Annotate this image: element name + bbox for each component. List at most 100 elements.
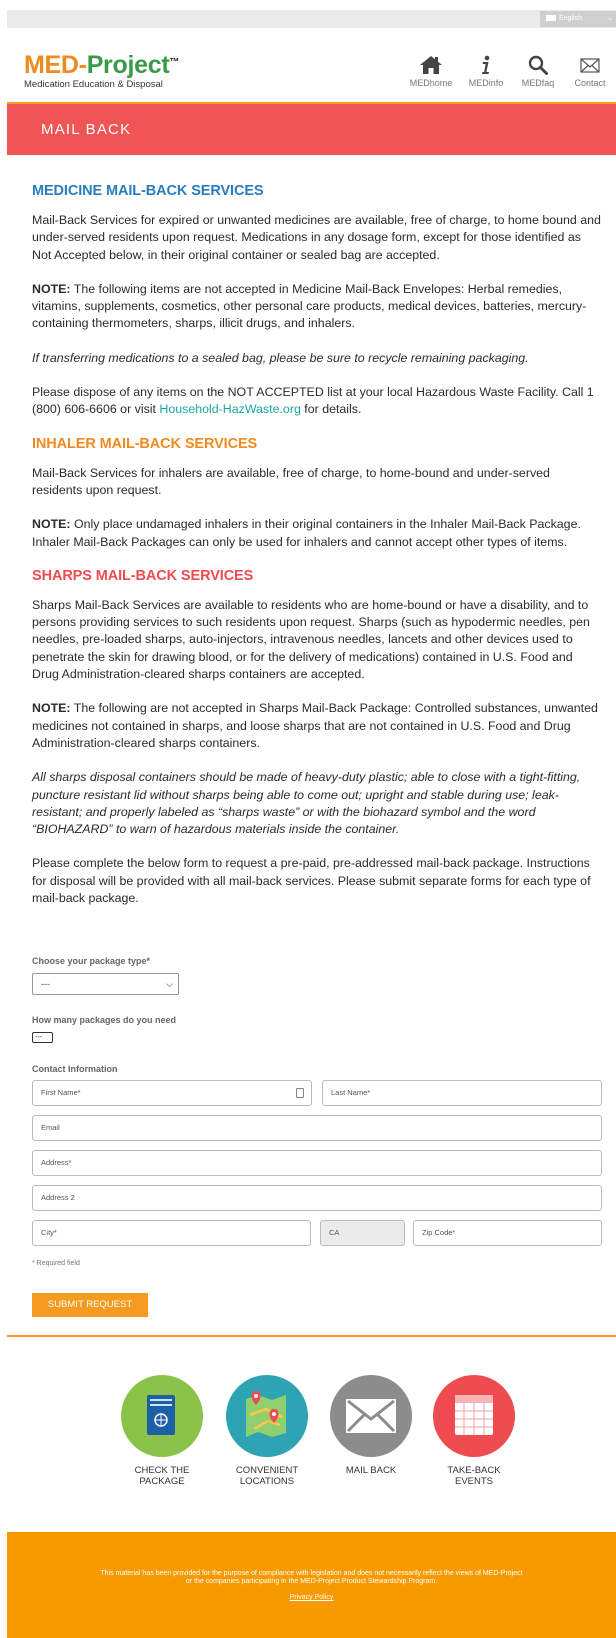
zip-code-placeholder: Zip Code*: [422, 1228, 456, 1237]
feature-label-line1: TAKE-BACK: [447, 1465, 501, 1476]
site-footer: This material has been provided for the …: [7, 1532, 616, 1638]
nav-label: MEDfaq: [521, 78, 555, 88]
address-placeholder: Address*: [41, 1158, 72, 1167]
feature-label-line1: MAIL BACK: [345, 1465, 397, 1476]
feature-mail-back[interactable]: MAIL BACK: [321, 1375, 421, 1476]
site-logo[interactable]: MED-Project™ Medication Education & Disp…: [24, 52, 179, 90]
nav-label: MEDhome: [409, 78, 453, 88]
chevron-down-icon: ⌄: [607, 15, 613, 22]
main-content: MEDICINE MAIL-BACK SERVICES Mail-Back Se…: [32, 183, 602, 924]
flag-icon: [546, 15, 556, 22]
top-utility-bar: English ⌄: [7, 10, 616, 28]
note-label: NOTE:: [32, 701, 71, 716]
envelope-icon: [580, 58, 600, 73]
nav-label: MEDinfo: [468, 78, 504, 88]
note-paragraph: NOTE: The following are not accepted in …: [32, 700, 602, 752]
form-intro: Please complete the below form to reques…: [32, 856, 591, 906]
paragraph: Mail-Back Services for expired or unwant…: [32, 213, 601, 262]
search-icon: [528, 55, 548, 75]
site-header: MED-Project™ Medication Education & Disp…: [7, 28, 616, 102]
nav-label: Contact: [574, 78, 606, 88]
heading-sharps-mailback: SHARPS MAIL-BACK SERVICES: [32, 567, 254, 584]
package-icon: [121, 1375, 203, 1457]
home-icon: [420, 56, 442, 74]
feature-label-line1: CONVENIENT: [235, 1465, 299, 1476]
last-name-field[interactable]: Last Name*: [322, 1080, 602, 1106]
last-name-placeholder: Last Name*: [331, 1088, 371, 1097]
logo-subtitle: Medication Education & Disposal: [24, 79, 163, 90]
package-type-value: ---: [41, 979, 50, 989]
calendar-icon: [433, 1375, 515, 1457]
feature-label: MAIL BACK: [321, 1465, 421, 1476]
hazwaste-link[interactable]: Household-HazWaste.org: [159, 402, 300, 416]
note-label: NOTE:: [32, 517, 71, 532]
nav-medfaq[interactable]: MEDfaq: [512, 55, 564, 88]
italic-text: If transferring medications to a sealed …: [32, 350, 529, 365]
nav-contact[interactable]: Contact: [564, 55, 616, 88]
address2-placeholder: Address 2: [41, 1193, 75, 1202]
section-divider: [7, 1335, 616, 1337]
heading-inhaler-mailback: INHALER MAIL-BACK SERVICES: [32, 435, 258, 452]
state-field: CA: [320, 1220, 405, 1246]
address-field[interactable]: Address*: [32, 1150, 602, 1176]
feature-convenient-locations[interactable]: CONVENIENT LOCATIONS: [217, 1375, 317, 1487]
state-value: CA: [329, 1228, 340, 1237]
dispose-paragraph: Please dispose of any items on the NOT A…: [32, 384, 602, 419]
email-field[interactable]: Email: [32, 1115, 602, 1141]
mail-icon: [330, 1375, 412, 1457]
contact-info-label: Contact Information: [32, 1064, 118, 1074]
autofill-icon[interactable]: [296, 1088, 304, 1098]
logo-title: MED-Project™: [24, 52, 179, 78]
feature-label-line2: PACKAGE: [139, 1476, 185, 1487]
feature-label: TAKE-BACK EVENTS: [424, 1465, 524, 1487]
note-paragraph: NOTE: The following items are not accept…: [32, 281, 602, 333]
map-icon: [226, 1375, 308, 1457]
logo-med: MED-: [24, 51, 87, 79]
email-placeholder: Email: [41, 1123, 60, 1132]
note-paragraph: NOTE: Only place undamaged inhalers in t…: [32, 516, 602, 551]
main-nav: MEDhome MEDinfo MEDfaq Contact: [402, 55, 616, 88]
nav-medinfo[interactable]: MEDinfo: [460, 55, 512, 88]
feature-label: CHECK THE PACKAGE: [112, 1465, 212, 1487]
note-text: The following items are not accepted in …: [32, 281, 587, 331]
nav-medhome[interactable]: MEDhome: [402, 55, 460, 88]
package-type-select[interactable]: --- ⌵: [32, 973, 179, 995]
zip-code-field[interactable]: Zip Code*: [413, 1220, 602, 1246]
logo-project: Project: [86, 51, 170, 79]
info-icon: [482, 55, 490, 74]
submit-request-button[interactable]: SUBMIT REQUEST: [32, 1293, 148, 1317]
note-label: NOTE:: [32, 281, 71, 296]
paragraph: Mail-Back Services for inhalers are avai…: [32, 465, 550, 497]
feature-take-back-events[interactable]: TAKE-BACK EVENTS: [424, 1375, 524, 1487]
quantity-value: ---: [35, 1034, 42, 1041]
italic-paragraph: All sharps disposal containers should be…: [32, 769, 602, 838]
package-type-label: Choose your package type*: [32, 956, 151, 966]
city-field[interactable]: City*: [32, 1220, 311, 1246]
chevron-down-icon: ⌵: [166, 979, 173, 989]
feature-label: CONVENIENT LOCATIONS: [217, 1465, 317, 1487]
address2-field[interactable]: Address 2: [32, 1185, 602, 1211]
feature-label-line2: EVENTS: [454, 1476, 493, 1487]
paragraph: Sharps Mail-Back Services are available …: [32, 597, 590, 682]
feature-label-line1: CHECK THE: [134, 1465, 190, 1476]
quantity-label: How many packages do you need: [32, 1015, 177, 1025]
feature-links: CHECK THE PACKAGE CONVENIENT LOCATIONS MAI…: [112, 1375, 524, 1487]
privacy-policy-link[interactable]: Privacy Policy: [290, 1594, 334, 1601]
language-label: English: [559, 15, 582, 22]
note-text: Only place undamaged inhalers in their o…: [32, 517, 581, 549]
page-banner: MAIL BACK: [7, 104, 616, 155]
logo-trademark: ™: [169, 57, 180, 68]
italic-text: All sharps disposal containers should be…: [32, 770, 581, 837]
city-placeholder: City*: [41, 1228, 57, 1237]
note-text: The following are not accepted in Sharps…: [32, 701, 598, 750]
language-selector[interactable]: English ⌄: [540, 11, 616, 27]
required-field-note: * Required field: [32, 1260, 80, 1267]
feature-label-line2: LOCATIONS: [239, 1476, 295, 1487]
page-title: MAIL BACK: [41, 121, 132, 138]
first-name-field[interactable]: First Name*: [32, 1080, 312, 1106]
feature-check-package[interactable]: CHECK THE PACKAGE: [112, 1375, 212, 1487]
first-name-placeholder: First Name*: [41, 1088, 81, 1097]
heading-medicine-mailback: MEDICINE MAIL-BACK SERVICES: [32, 183, 264, 199]
dispose-text-end: for details.: [300, 402, 362, 417]
quantity-select[interactable]: ---: [32, 1032, 53, 1043]
